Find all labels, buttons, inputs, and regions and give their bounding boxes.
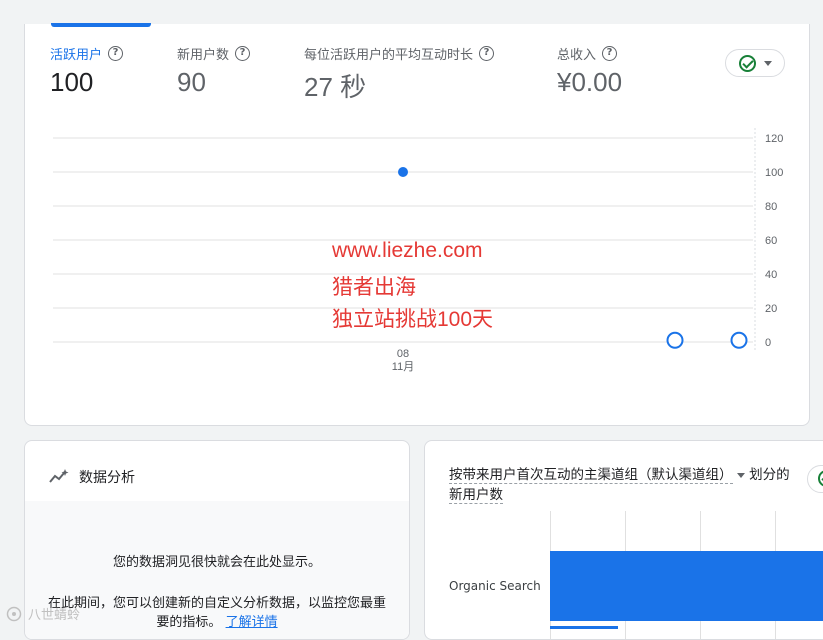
x-tick-label-day: 08 xyxy=(397,348,409,360)
learn-more-link[interactable]: 了解详情 xyxy=(226,615,278,630)
acquisition-title: 按带来用户首次互动的主渠道组（默认渠道组） 划分的 新用户数 xyxy=(449,465,794,505)
y-tick-label: 100 xyxy=(765,167,783,179)
corner-logo-text: 八世蜻蛉 xyxy=(28,608,81,623)
corner-logo: 八世蜻蛉 xyxy=(6,604,80,623)
y-tick-label: 120 xyxy=(765,133,783,145)
insights-header: 数据分析 xyxy=(49,467,135,487)
channel-group-dropdown[interactable]: 按带来用户首次互动的主渠道组（默认渠道组） xyxy=(449,467,733,484)
x-tick-label-month: 11月 xyxy=(392,361,414,373)
watermark-url: www.liezhe.com xyxy=(332,239,483,262)
row-label-organic-search: Organic Search xyxy=(449,579,541,593)
check-circle-icon xyxy=(818,470,823,487)
insights-sparkle-icon xyxy=(49,469,69,483)
bar-organic-search[interactable] xyxy=(550,551,823,621)
y-tick-label: 20 xyxy=(765,303,777,315)
users-chart: 120 100 80 60 40 20 0 0811月 xyxy=(53,128,783,373)
y-tick-label: 0 xyxy=(765,337,771,349)
y-tick-label: 80 xyxy=(765,201,777,213)
dropdown-caret-icon[interactable] xyxy=(736,472,745,478)
insights-body: 您的数据洞见很快就会在此处显示。 在此期间，您可以创建新的自定义分析数据，以监控… xyxy=(25,501,409,639)
insights-title: 数据分析 xyxy=(79,470,135,486)
acquisition-status-chip[interactable] xyxy=(807,465,823,493)
data-point xyxy=(666,331,684,349)
metrics-card: 活跃用户 ? 100 新用户数 ? 90 每位活跃用户的平均互动时长 ? 27 … xyxy=(24,23,810,426)
insights-sub-text: 在此期间，您可以创建新的自定义分析数据，以监控您最重要的指标。 了解详情 xyxy=(25,594,409,632)
watermark-slogan: 独立站挑战100天 xyxy=(332,308,494,331)
insights-sub-body: 在此期间，您可以创建新的自定义分析数据，以监控您最重要的指标。 xyxy=(47,596,386,630)
insights-message: 您的数据洞见很快就会在此处显示。 xyxy=(112,555,321,570)
metric-dropdown[interactable]: 新用户数 xyxy=(449,487,503,504)
logo-icon xyxy=(6,606,22,621)
title-connector: 划分的 xyxy=(749,467,790,483)
data-point xyxy=(730,331,748,349)
y-tick-label: 60 xyxy=(765,235,777,247)
watermark-brand: 猎者出海 xyxy=(332,276,416,299)
y-tick-label: 40 xyxy=(765,269,777,281)
data-point xyxy=(398,167,408,177)
acquisition-card: 按带来用户首次互动的主渠道组（默认渠道组） 划分的 新用户数 Organic S… xyxy=(424,440,823,640)
insights-card: 数据分析 您的数据洞见很快就会在此处显示。 在此期间，您可以创建新的自定义分析数… xyxy=(24,440,410,640)
